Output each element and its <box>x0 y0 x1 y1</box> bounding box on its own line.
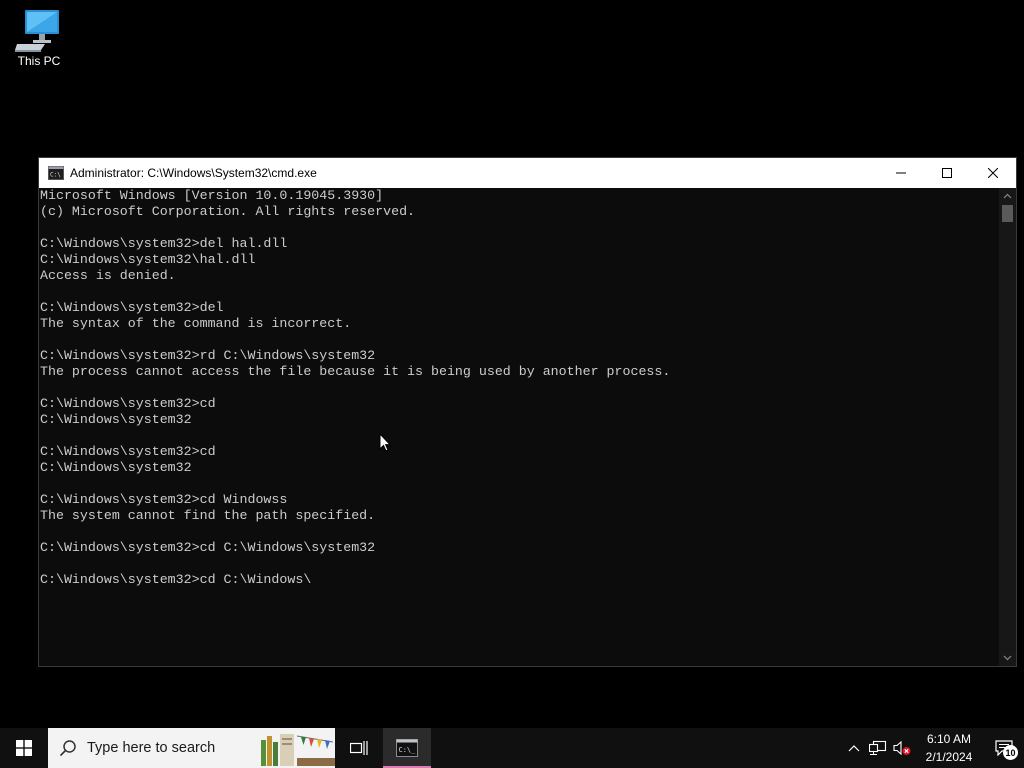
cmd-window[interactable]: C:\ Administrator: C:\Windows\System32\c… <box>38 157 1017 667</box>
task-view-icon <box>350 741 368 755</box>
console-line: C:\Windows\system32>cd C:\Windows\ <box>40 572 312 587</box>
minimize-button[interactable] <box>878 158 924 188</box>
maximize-button[interactable] <box>924 158 970 188</box>
console-line: C:\Windows\system32>cd C:\Windows\system… <box>40 540 376 555</box>
cmd-icon: C:\_ <box>396 739 418 757</box>
chevron-up-icon <box>848 745 860 752</box>
search-placeholder: Type here to search <box>87 740 216 756</box>
console-line: The system cannot find the path specifie… <box>40 508 376 523</box>
cmd-icon: C:\ <box>48 166 64 180</box>
console-line: C:\Windows\system32>rd C:\Windows\system… <box>40 348 376 363</box>
svg-text:C:\_: C:\_ <box>399 746 417 754</box>
search-icon <box>59 739 77 757</box>
desktop-icon-label: This PC <box>17 54 61 68</box>
taskbar: Type here to search C:\_ 6:10 AM 2/1/202… <box>0 728 1024 768</box>
network-icon <box>869 740 887 755</box>
window-title: Administrator: C:\Windows\System32\cmd.e… <box>70 166 317 180</box>
minimize-icon <box>896 172 906 174</box>
console-line: C:\Windows\system32>cd <box>40 444 216 459</box>
chevron-down-icon <box>1003 655 1012 661</box>
console-line: C:\Windows\system32>del hal.dll <box>40 236 288 251</box>
show-hidden-icons-button[interactable] <box>842 728 866 768</box>
notification-count-badge: 10 <box>1003 745 1018 760</box>
volume-muted-icon <box>893 740 911 756</box>
close-button[interactable] <box>970 158 1016 188</box>
maximize-icon <box>942 168 952 178</box>
svg-text:C:\: C:\ <box>50 172 61 179</box>
taskbar-app-command-prompt[interactable]: C:\_ <box>383 728 431 768</box>
console-line: The process cannot access the file becau… <box>40 364 671 379</box>
console-line: C:\Windows\system32>del <box>40 300 224 315</box>
network-button[interactable] <box>866 728 890 768</box>
window-titlebar[interactable]: C:\ Administrator: C:\Windows\System32\c… <box>39 158 1016 188</box>
console-line: (c) Microsoft Corporation. All rights re… <box>40 204 416 219</box>
console-line: C:\Windows\system32 <box>40 412 192 427</box>
clock-time: 6:10 AM <box>926 732 972 746</box>
console-line: C:\Windows\system32>cd Windowss <box>40 492 288 507</box>
action-center-button[interactable]: 10 <box>984 728 1024 768</box>
close-icon <box>988 168 998 178</box>
window-controls <box>878 158 1016 188</box>
console-line: C:\Windows\system32>cd <box>40 396 216 411</box>
start-button[interactable] <box>0 728 48 768</box>
volume-button[interactable] <box>890 728 914 768</box>
console-output[interactable]: Microsoft Windows [Version 10.0.19045.39… <box>39 188 999 666</box>
console-line: The syntax of the command is incorrect. <box>40 316 352 331</box>
clock-date: 2/1/2024 <box>925 750 973 764</box>
task-view-button[interactable] <box>335 728 383 768</box>
scroll-down-button[interactable] <box>999 650 1016 666</box>
windows-logo-icon <box>16 740 32 756</box>
console-line: Microsoft Windows [Version 10.0.19045.39… <box>40 188 384 203</box>
console-line: C:\Windows\system32 <box>40 460 192 475</box>
console-line: Access is denied. <box>40 268 176 283</box>
desktop: This PC C:\ Administrator: C:\Windows\Sy… <box>0 0 1024 720</box>
console-line: C:\Windows\system32\hal.dll <box>40 252 256 267</box>
taskbar-clock[interactable]: 6:10 AM 2/1/2024 <box>918 730 980 766</box>
vertical-scrollbar[interactable] <box>999 188 1016 666</box>
taskbar-search-box[interactable]: Type here to search <box>48 728 335 768</box>
mouse-pointer-icon <box>379 433 391 452</box>
scroll-up-button[interactable] <box>999 188 1016 204</box>
search-highlight-illustration-icon <box>253 728 335 768</box>
desktop-icon-this-pc[interactable]: This PC <box>8 8 70 68</box>
this-pc-icon <box>15 10 59 52</box>
scrollbar-thumb[interactable] <box>1002 205 1013 222</box>
chevron-up-icon <box>1003 193 1012 199</box>
system-tray: 6:10 AM 2/1/2024 10 <box>842 728 1024 768</box>
